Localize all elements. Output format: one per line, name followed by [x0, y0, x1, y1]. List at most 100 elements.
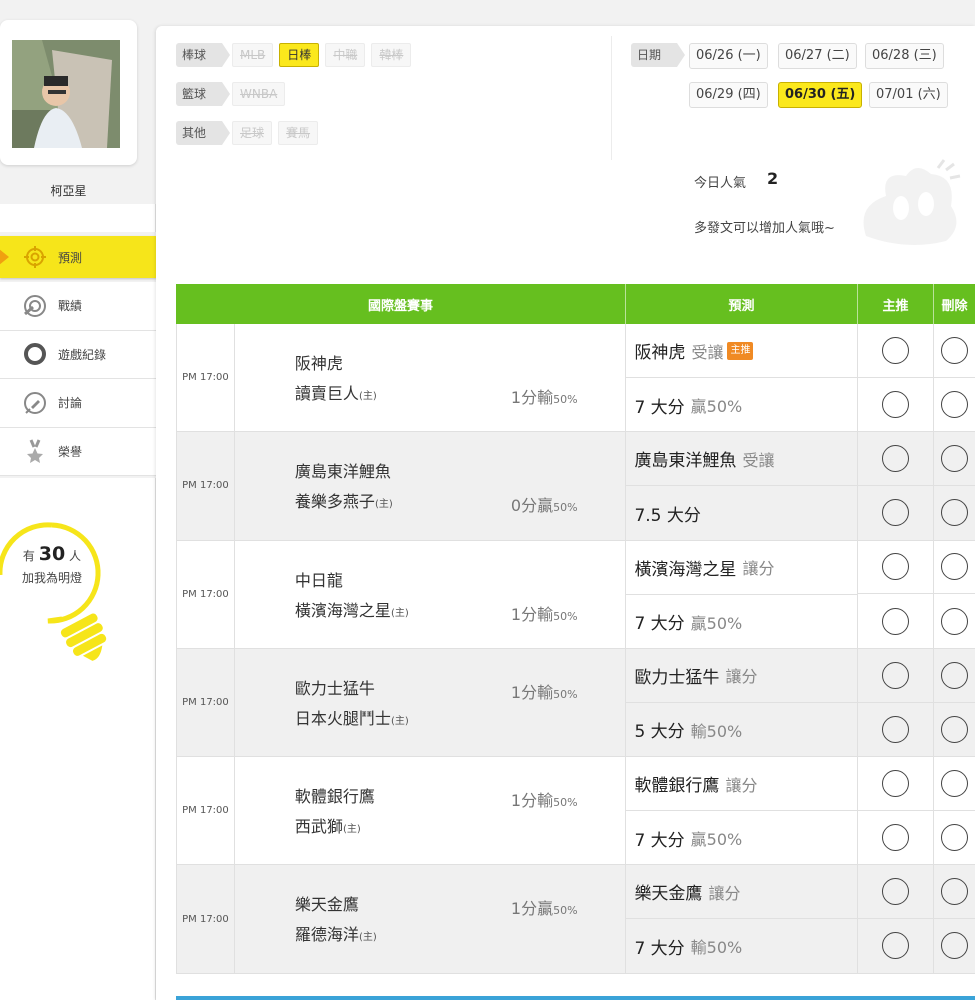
prediction-spread: 橫濱海灣之星 讓分	[626, 541, 858, 595]
prediction-team: 軟體銀行鷹	[634, 776, 720, 797]
odds-percent: 50%	[553, 687, 578, 701]
radio-cell	[934, 486, 975, 540]
date-button[interactable]: 06/28 (三)	[865, 43, 944, 69]
league-button[interactable]: WNBA	[232, 82, 286, 106]
league-button[interactable]: 足球	[232, 121, 273, 145]
sidebar-item-label: 討論	[58, 396, 83, 411]
radio-cell	[934, 865, 975, 920]
delete-cell	[934, 757, 975, 864]
prediction-total-note: 輸50%	[690, 721, 743, 741]
radio-cell	[934, 757, 975, 811]
odds-value: 1分贏	[510, 899, 554, 919]
main-pick-radio[interactable]	[882, 553, 910, 581]
main-pick-radio[interactable]	[882, 661, 910, 689]
delete-radio[interactable]	[941, 770, 969, 798]
date-button[interactable]: 06/27 (二)	[778, 43, 857, 69]
league-button[interactable]: 賽馬	[278, 121, 319, 145]
main-pick-radio[interactable]	[882, 445, 910, 473]
league-button[interactable]: 日棒	[279, 43, 320, 67]
delete-radio[interactable]	[941, 661, 969, 689]
delete-radio[interactable]	[941, 715, 969, 743]
target-icon	[22, 244, 48, 270]
prediction-total: 7 大分 贏50%	[626, 595, 857, 649]
main-pick-radio[interactable]	[882, 607, 910, 635]
delete-radio[interactable]	[941, 607, 969, 635]
prediction-team: 廣島東洋鯉魚	[634, 451, 737, 472]
sidebar-item-discuss[interactable]: 討論	[0, 379, 156, 428]
prediction-total-value: 7 大分	[634, 614, 685, 635]
main-pick-radio[interactable]	[882, 878, 910, 906]
home-team-name: 西武獅	[294, 817, 343, 837]
league-button[interactable]: 中職	[325, 43, 366, 67]
date-label: 日期	[631, 43, 686, 67]
prediction-team: 樂天金鷹	[634, 884, 703, 905]
table-footer-bar	[176, 996, 975, 1000]
table-row: PM 17:00 樂天金鷹 羅德海洋(主) 1分贏50% 樂天金鷹 讓分 7 大分 輸50%	[176, 865, 975, 974]
sidebar-item-honor[interactable]: 榮譽	[0, 427, 156, 476]
league-button[interactable]: MLB	[232, 43, 274, 67]
table-row: PM 17:00 軟體銀行鷹 西武獅(主) 1分輸50% 軟體銀行鷹 讓分 7 大分 贏50%	[176, 757, 975, 866]
date-button[interactable]: 06/26 (一)	[689, 43, 768, 69]
category-row: 棒球 MLB 日棒 中職 韓棒	[176, 43, 417, 67]
radio-cell	[858, 919, 933, 973]
category-label: 棒球	[176, 43, 231, 67]
away-team: 歐力士猛牛	[295, 675, 375, 699]
date-button[interactable]: 06/29 (四)	[689, 82, 768, 108]
match-time: PM 17:00	[177, 757, 235, 865]
delete-radio[interactable]	[941, 824, 969, 852]
mascot-illustration	[863, 159, 961, 245]
table-row: PM 17:00 廣島東洋鯉魚 養樂多燕子(主) 0分贏50% 廣島東洋鯉魚 受讓 7.5 …	[176, 432, 975, 541]
main-panel: 棒球 MLB 日棒 中職 韓棒 籃球 WNBA 其他 足球 賽馬 日期 06/26 (一) 06/2…	[156, 26, 975, 1000]
prediction-spread: 樂天金鷹 讓分	[626, 865, 858, 920]
odds-value: 1分輸	[510, 604, 554, 624]
main-pick-radio[interactable]	[882, 770, 910, 798]
main-pick-radio[interactable]	[882, 499, 910, 527]
prediction-spread: 廣島東洋鯉魚 受讓	[626, 432, 858, 487]
prediction-total-value: 7.5 大分	[634, 505, 701, 526]
main-pick-radio[interactable]	[882, 390, 910, 418]
away-team: 廣島東洋鯉魚	[295, 458, 391, 482]
table-row: PM 17:00 歐力士猛牛 日本火腿鬥士(主) 1分輸50% 歐力士猛牛 讓分 5 大分輸…	[176, 648, 975, 758]
menu-shelf	[0, 204, 156, 232]
delete-radio[interactable]	[941, 445, 969, 473]
main-pick-radio[interactable]	[882, 932, 910, 960]
prediction-total: 7 大分 贏50%	[626, 811, 857, 865]
home-tag: (主)	[390, 607, 409, 619]
radio-cell	[858, 703, 933, 757]
prediction-total-note: 贏50%	[690, 397, 743, 416]
date-button[interactable]: 06/30 (五)	[778, 82, 863, 108]
match-time: PM 17:00	[177, 865, 235, 973]
radio-cell	[934, 594, 975, 648]
avatar[interactable]	[12, 40, 120, 148]
delete-radio[interactable]	[941, 553, 969, 581]
table-row: PM 17:00 阪神虎 讀賣巨人(主) 1分輸50% 阪神虎 受讓 主推 7 大分 贏50%	[176, 324, 975, 433]
delete-radio[interactable]	[941, 336, 969, 364]
odds-percent: 50%	[553, 393, 578, 406]
delete-radio[interactable]	[941, 499, 969, 527]
sidebar-item-predict[interactable]: 預測	[0, 236, 165, 278]
main-pick-radio[interactable]	[882, 715, 910, 743]
delete-radio[interactable]	[941, 932, 969, 960]
home-team: 日本火腿鬥士(主)	[295, 705, 409, 729]
delete-cell	[934, 432, 975, 539]
home-team-name: 橫濱海灣之星	[294, 600, 391, 620]
radio-cell	[858, 324, 934, 378]
home-tag: (主)	[358, 932, 377, 944]
sidebar-item-history[interactable]: 遊戲紀錄	[0, 330, 156, 379]
away-team-name: 軟體銀行鷹	[294, 787, 375, 807]
predictions-table: 國際盤賽事 預測 主推 刪除 PM 17:00 阪神虎 讀賣巨人(主) 1分輸50% 阪…	[176, 284, 975, 974]
prediction-cell: 廣島東洋鯉魚 受讓 7.5 大分	[626, 432, 859, 540]
league-button[interactable]: 韓棒	[371, 43, 412, 67]
radio-cell	[858, 486, 933, 540]
prediction-note: 受讓	[742, 450, 775, 470]
fans-caption: 加我為明燈	[21, 571, 82, 585]
date-button[interactable]: 07/01 (六)	[869, 82, 948, 108]
delete-radio[interactable]	[941, 390, 969, 418]
fans-prefix: 有	[22, 549, 35, 563]
sidebar-item-record[interactable]: 戰績	[0, 282, 156, 331]
match-teams: 廣島東洋鯉魚 養樂多燕子(主) 0分贏50%	[235, 432, 627, 540]
delete-radio[interactable]	[941, 878, 969, 906]
main-pick-radio[interactable]	[882, 336, 910, 364]
divider	[611, 36, 612, 160]
main-pick-radio[interactable]	[882, 824, 910, 852]
